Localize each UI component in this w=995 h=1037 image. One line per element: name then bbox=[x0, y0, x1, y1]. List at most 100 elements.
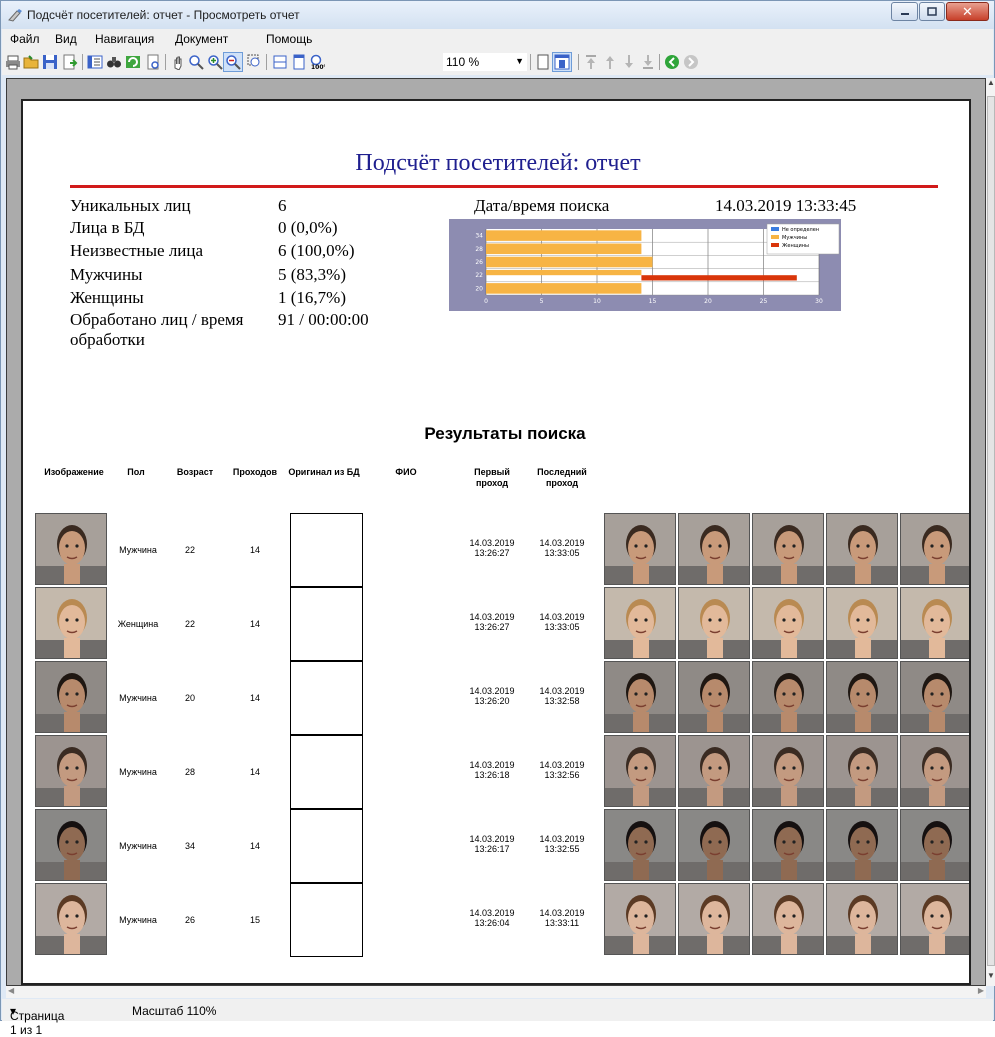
vertical-scroll-thumb[interactable] bbox=[987, 96, 995, 966]
menu-document[interactable]: Документ bbox=[175, 32, 228, 46]
continuous-page-icon bbox=[554, 54, 570, 70]
page-width-icon[interactable] bbox=[272, 54, 288, 70]
back-icon[interactable] bbox=[664, 54, 680, 70]
actual-size-icon[interactable]: 100% bbox=[309, 54, 325, 70]
row-pass-thumbnail bbox=[900, 587, 969, 659]
continuous-page-button[interactable] bbox=[552, 52, 572, 72]
whole-page-icon[interactable] bbox=[291, 54, 307, 70]
chart-x-tick-label: 30 bbox=[815, 298, 823, 305]
minimize-icon bbox=[900, 12, 909, 15]
row-pass-thumbnail bbox=[604, 809, 676, 881]
zoom-out-icon bbox=[226, 55, 241, 70]
chart-bar bbox=[486, 283, 642, 294]
row-face-thumbnail bbox=[35, 513, 107, 585]
chart-legend-label: Женщины bbox=[782, 243, 809, 249]
chart-legend-swatch bbox=[771, 243, 779, 247]
page-indicator-text: Страница 1 из 1 bbox=[10, 1009, 65, 1037]
report-viewport[interactable]: Подсчёт посетителей: отчет Уникальных ли… bbox=[6, 78, 986, 986]
row-last-pass: 14.03.2019 13:33:05 bbox=[539, 612, 585, 632]
scale-indicator: Масштаб 110% bbox=[132, 1004, 217, 1018]
close-icon: ✕ bbox=[962, 3, 973, 19]
refresh-icon[interactable] bbox=[125, 54, 141, 70]
zoom-out-button[interactable] bbox=[223, 52, 243, 72]
stat-unknown-value: 6 (100,0%) bbox=[278, 241, 355, 260]
page-setup-icon[interactable] bbox=[145, 54, 161, 70]
row-gender: Мужчина bbox=[119, 767, 157, 777]
last-page-icon[interactable] bbox=[640, 54, 656, 70]
first-page-icon[interactable] bbox=[583, 54, 599, 70]
row-first-pass: 14.03.2019 13:26:27 bbox=[469, 538, 515, 558]
forward-icon[interactable] bbox=[683, 54, 699, 70]
row-pass-thumbnail bbox=[752, 883, 824, 955]
stat-unique-label: Уникальных лиц bbox=[70, 196, 191, 215]
zoom-select[interactable]: 110 % ▼ bbox=[443, 53, 527, 71]
chart-legend-label: Не определен bbox=[782, 227, 819, 233]
row-original-photo-box bbox=[290, 661, 363, 735]
previous-page-icon[interactable] bbox=[602, 54, 618, 70]
table-of-contents-icon[interactable] bbox=[87, 54, 103, 70]
menu-bar: Файл Вид Навигация Документ Помощь bbox=[2, 29, 993, 49]
row-gender: Мужчина bbox=[119, 915, 157, 925]
next-page-icon[interactable] bbox=[621, 54, 637, 70]
row-pass-thumbnail bbox=[900, 661, 969, 733]
row-gender: Мужчина bbox=[119, 693, 157, 703]
row-pass-thumbnail bbox=[752, 661, 824, 733]
row-pass-thumbnail bbox=[826, 587, 898, 659]
chart-x-tick-label: 0 bbox=[484, 298, 488, 305]
title-divider bbox=[70, 185, 938, 188]
menu-view[interactable]: Вид bbox=[55, 32, 77, 46]
save-icon[interactable] bbox=[42, 54, 58, 70]
row-face-thumbnail bbox=[35, 661, 107, 733]
export-icon[interactable] bbox=[62, 54, 78, 70]
chart-y-tick-label: 28 bbox=[475, 246, 483, 253]
open-folder-icon[interactable] bbox=[23, 54, 39, 70]
window-title: Подсчёт посетителей: отчет - Просмотреть… bbox=[27, 8, 300, 22]
row-first-pass: 14.03.2019 13:26:27 bbox=[469, 612, 515, 632]
minimize-button[interactable] bbox=[891, 2, 918, 21]
row-pass-thumbnail bbox=[752, 513, 824, 585]
scroll-left-icon[interactable]: ◀ bbox=[8, 986, 14, 995]
stat-unique-value: 6 bbox=[278, 196, 287, 215]
zoom-tool-icon[interactable] bbox=[188, 54, 204, 70]
menu-file[interactable]: Файл bbox=[10, 32, 40, 46]
row-pass-thumbnail bbox=[678, 587, 750, 659]
row-gender: Женщина bbox=[117, 619, 159, 629]
horizontal-scrollbar[interactable]: ◀ ▶ bbox=[6, 986, 986, 998]
row-pass-thumbnail bbox=[900, 809, 969, 881]
row-original-photo-box bbox=[290, 809, 363, 883]
single-page-icon[interactable] bbox=[535, 54, 551, 70]
stat-women-value: 1 (16,7%) bbox=[278, 288, 346, 307]
maximize-button[interactable] bbox=[919, 2, 945, 21]
zoom-in-icon[interactable] bbox=[207, 54, 223, 70]
chart-bar bbox=[486, 243, 642, 255]
report-title: Подсчёт посетителей: отчет bbox=[355, 150, 641, 176]
zoom-region-icon[interactable] bbox=[247, 54, 263, 70]
print-icon[interactable] bbox=[5, 54, 21, 70]
row-last-pass: 14.03.2019 13:32:56 bbox=[539, 760, 585, 780]
column-header-last-pass: Последний проход bbox=[537, 467, 587, 488]
page-indicator[interactable]: Страница 1 из 1 ▾ bbox=[10, 1004, 64, 1037]
title-bar: Подсчёт посетителей: отчет - Просмотреть… bbox=[1, 1, 994, 29]
chart-x-tick-label: 20 bbox=[704, 298, 712, 305]
stat-unknown-label: Неизвестные лица bbox=[70, 241, 204, 260]
row-passes: 14 bbox=[249, 545, 260, 555]
chart-legend-swatch bbox=[771, 227, 779, 231]
chart-bar bbox=[486, 256, 653, 268]
stat-women-label: Женщины bbox=[70, 288, 144, 307]
row-last-pass: 14.03.2019 13:33:05 bbox=[539, 538, 585, 558]
row-pass-thumbnail bbox=[900, 883, 969, 955]
row-gender: Мужчина bbox=[119, 841, 157, 851]
scroll-right-icon[interactable]: ▶ bbox=[978, 986, 984, 995]
row-first-pass: 14.03.2019 13:26:18 bbox=[469, 760, 515, 780]
vertical-scrollbar[interactable]: ▲ ▼ bbox=[986, 78, 995, 986]
find-icon[interactable] bbox=[106, 54, 122, 70]
chevron-down-icon: ▼ bbox=[515, 56, 524, 66]
menu-help[interactable]: Помощь bbox=[266, 32, 312, 46]
column-header-original: Оригинал из БД bbox=[288, 467, 360, 477]
row-pass-thumbnail bbox=[752, 587, 824, 659]
hand-tool-icon[interactable] bbox=[170, 54, 186, 70]
scroll-down-icon[interactable]: ▼ bbox=[987, 971, 995, 985]
menu-navigation[interactable]: Навигация bbox=[95, 32, 154, 46]
scroll-up-icon[interactable]: ▲ bbox=[987, 78, 995, 92]
close-button[interactable]: ✕ bbox=[946, 2, 989, 21]
